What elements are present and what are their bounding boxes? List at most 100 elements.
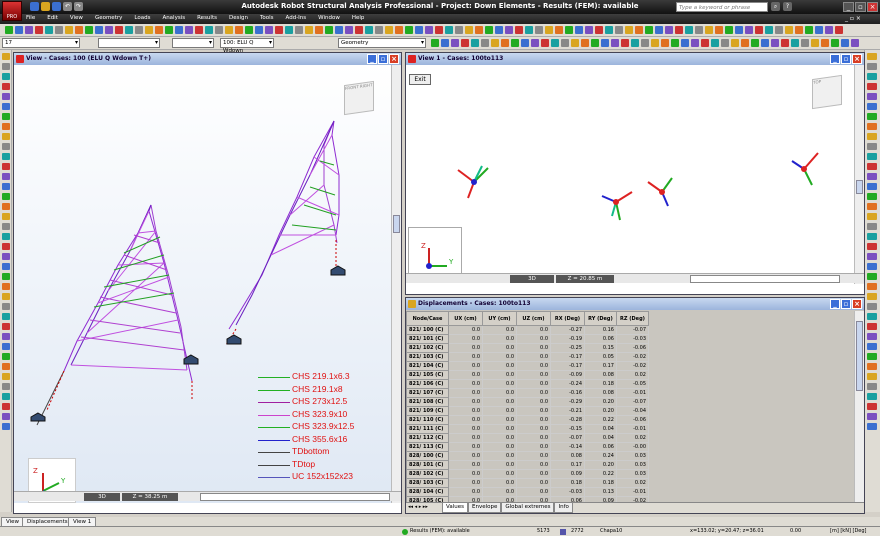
main-tool-50-icon[interactable] [495,26,503,34]
sel-tool-13-icon[interactable] [551,39,559,47]
minimize-button[interactable]: _ [843,2,854,12]
main-tool-1-icon[interactable] [5,26,13,34]
object-selection-combo[interactable] [172,38,214,48]
doc-window-controls[interactable]: _ ▫ × [845,15,861,22]
main-tool-82-icon[interactable] [815,26,823,34]
left-tool-23-icon[interactable] [2,273,10,280]
main-tool-75-icon[interactable] [745,26,753,34]
value-cell[interactable]: -0.04 [616,406,649,416]
table-row[interactable]: 821/ 108 (C) 0.0 0.0 0.0 -0.29 0.20 -0.07 [406,397,649,407]
sel-tool-40-icon[interactable] [821,39,829,47]
main-tool-15-icon[interactable] [145,26,153,34]
bar-selection-combo[interactable] [98,38,160,48]
table-row[interactable]: 821/ 105 (C) 0.0 0.0 0.0 -0.09 0.08 0.02 [406,370,649,380]
menu-addins[interactable]: Add-Ins [286,15,307,21]
left-tool-33-icon[interactable] [2,373,10,380]
value-cell[interactable]: 0.0 [516,343,551,353]
left-tool-35-icon[interactable] [2,393,10,400]
row-header-cell[interactable]: 821/ 101 (C) [406,334,449,344]
value-cell[interactable]: -0.03 [550,487,585,497]
left-tool-21-icon[interactable] [2,253,10,260]
menu-edit[interactable]: Edit [47,15,58,21]
value-cell[interactable]: -0.16 [550,388,585,398]
main-tool-13-icon[interactable] [125,26,133,34]
search-icon[interactable]: ⌕ [771,2,780,11]
menu-view[interactable]: View [70,15,83,21]
left-tool-29-icon[interactable] [2,333,10,340]
tab-info[interactable]: Info [554,503,573,513]
main-tool-57-icon[interactable] [565,26,573,34]
value-cell[interactable]: -0.06 [616,343,649,353]
column-header[interactable]: RZ (Deg) [616,311,649,326]
right-tool-11-icon[interactable] [867,153,877,160]
value-cell[interactable]: 0.13 [584,487,617,497]
main-tool-43-icon[interactable] [425,26,433,34]
value-cell[interactable]: 0.02 [616,433,649,443]
right-tool-19-icon[interactable] [867,233,877,240]
sel-tool-21-icon[interactable] [631,39,639,47]
sel-tool-14-icon[interactable] [561,39,569,47]
main-tool-71-icon[interactable] [705,26,713,34]
right-tool-32-icon[interactable] [867,363,877,370]
left-tool-24-icon[interactable] [2,283,10,290]
value-cell[interactable]: 0.0 [482,433,517,443]
value-cell[interactable]: 0.17 [550,460,585,470]
value-cell[interactable]: -0.05 [616,379,649,389]
value-cell[interactable]: -0.28 [550,415,585,425]
view-window-right[interactable]: View 1 - Cases: 100to113 _ ▫ × Exit TOP … [405,52,865,295]
table-row[interactable]: 821/ 109 (C) 0.0 0.0 0.0 -0.21 0.20 -0.04 [406,406,649,416]
sel-tool-32-icon[interactable] [741,39,749,47]
main-tool-8-icon[interactable] [75,26,83,34]
sel-tool-9-icon[interactable] [511,39,519,47]
displacements-table[interactable]: Node/Case UX (cm) UY (cm) UZ (cm) RX (Deg) RY… [406,311,649,502]
main-tool-28-icon[interactable] [275,26,283,34]
left-tool-16-icon[interactable] [2,203,10,210]
row-header-cell[interactable]: 828/ 101 (C) [406,460,449,470]
row-header-cell[interactable]: 821/ 109 (C) [406,406,449,416]
main-tool-81-icon[interactable] [805,26,813,34]
main-tool-33-icon[interactable] [325,26,333,34]
value-cell[interactable]: 0.0 [482,442,517,452]
value-cell[interactable]: -0.07 [550,433,585,443]
column-header[interactable]: UY (cm) [482,311,517,326]
main-tool-47-icon[interactable] [465,26,473,34]
value-cell[interactable]: 0.09 [550,469,585,479]
value-cell[interactable]: -0.01 [616,487,649,497]
row-header-cell[interactable]: 821/ 106 (C) [406,379,449,389]
sel-tool-39-icon[interactable] [811,39,819,47]
row-header-cell[interactable]: 828/ 100 (C) [406,451,449,461]
table-row[interactable]: 821/ 101 (C) 0.0 0.0 0.0 -0.19 0.06 -0.03 [406,334,649,344]
value-cell[interactable]: 0.0 [448,388,483,398]
table-row[interactable]: 821/ 106 (C) 0.0 0.0 0.0 -0.24 0.18 -0.05 [406,379,649,389]
right-tool-3-icon[interactable] [867,73,877,80]
value-cell[interactable]: -0.29 [550,397,585,407]
view-right-hscrollbar[interactable] [690,275,840,283]
sel-tool-18-icon[interactable] [601,39,609,47]
main-tool-45-icon[interactable] [445,26,453,34]
sel-tool-8-icon[interactable] [501,39,509,47]
row-header-cell[interactable]: 821/ 111 (C) [406,424,449,434]
units-readout[interactable]: [m] [kN] [Deg] [830,527,867,536]
sel-tool-30-icon[interactable] [721,39,729,47]
left-tool-30-icon[interactable] [2,343,10,350]
view-left-scrollbar[interactable] [391,65,401,503]
value-cell[interactable]: 0.0 [516,406,551,416]
view-right-maximize-button[interactable]: ▫ [841,54,851,64]
view-left-hscrollbar[interactable] [200,493,390,501]
sel-tool-22-icon[interactable] [641,39,649,47]
value-cell[interactable]: 0.18 [550,478,585,488]
left-tool-13-icon[interactable] [2,173,10,180]
redo-icon[interactable]: ↷ [74,2,83,11]
value-cell[interactable]: 0.0 [516,424,551,434]
left-tool-19-icon[interactable] [2,233,10,240]
value-cell[interactable]: 0.0 [448,460,483,470]
table-row[interactable]: 828/ 104 (C) 0.0 0.0 0.0 -0.03 0.13 -0.01 [406,487,649,497]
main-tool-62-icon[interactable] [615,26,623,34]
left-tool-8-icon[interactable] [2,123,10,130]
row-header-cell[interactable]: 821/ 112 (C) [406,433,449,443]
right-tool-17-icon[interactable] [867,213,877,220]
main-tool-54-icon[interactable] [535,26,543,34]
value-cell[interactable]: 0.0 [448,469,483,479]
value-cell[interactable]: 0.0 [482,343,517,353]
row-header-cell[interactable]: 821/ 100 (C) [406,325,449,335]
